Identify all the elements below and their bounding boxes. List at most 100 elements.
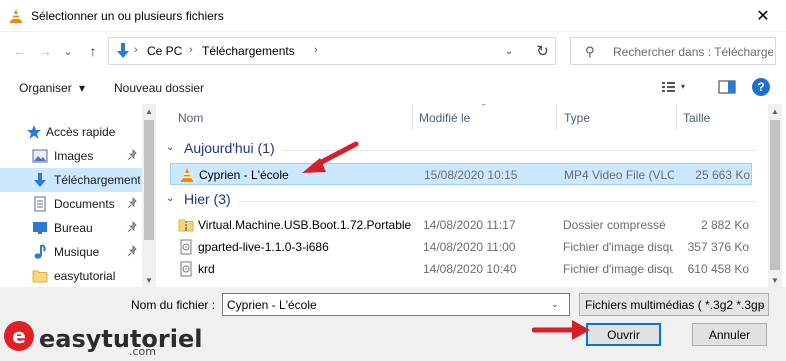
sidebar-item-downloads[interactable]: Téléchargements [0,168,142,192]
column-header-type[interactable]: Type [564,104,590,130]
column-divider[interactable] [556,104,557,130]
sidebar-item-desktop[interactable]: Bureau [0,216,142,240]
column-header-date[interactable]: Modifié le [419,104,470,130]
sidebar-item-quick-access[interactable]: Accès rapide [0,120,142,144]
pictures-icon [32,149,48,163]
sidebar-item-documents[interactable]: Documents [0,192,142,216]
search-box[interactable]: ⚲ Rechercher dans : Téléchargements [570,37,776,65]
recent-locations-button[interactable]: ⌄ [58,41,78,61]
column-header-name[interactable]: Nom [178,104,203,130]
filename-label: Nom du fichier : [131,298,216,312]
sidebar-scrollbar[interactable]: ▲ ▼ [142,104,156,287]
close-icon: ✕ [756,8,770,25]
file-list: ⌃ Nom Modifié le Type Taille ⌄ Aujourd'h… [160,104,768,287]
search-placeholder: Rechercher dans : Téléchargements [613,45,773,59]
file-size: 2 882 Ko [700,218,749,232]
pin-icon [127,149,137,161]
file-size: 610 458 Ko [687,262,749,276]
file-type: MP4 Video File (VLC) [564,168,674,182]
scroll-up-icon[interactable]: ▲ [142,104,156,118]
pin-icon [127,197,137,209]
group-header-yesterday[interactable]: ⌄ Hier (3) [166,190,756,212]
group-header-today[interactable]: ⌄ Aujourd'hui (1) [166,139,756,161]
new-folder-button[interactable]: Nouveau dossier [114,81,204,95]
file-date: 14/08/2020 10:40 [423,262,517,276]
help-button[interactable]: ? [752,78,770,96]
file-name: Virtual.Machine.USB.Boot.1.72.Portable [198,218,412,232]
file-date: 14/08/2020 11:17 [423,218,516,232]
sidebar-item-easytutorial[interactable]: easytutorial [0,264,142,287]
chevron-down-icon: ⌄ [63,45,73,58]
up-arrow-icon: ↑ [89,43,97,59]
up-button[interactable]: ↑ [83,41,103,61]
brand-name: easytutoriel [39,325,203,353]
file-date: 14/08/2020 11:00 [423,240,516,254]
back-button[interactable]: ← [10,41,30,61]
scroll-up-icon[interactable]: ▲ [768,104,782,118]
file-type: Dossier compressé [563,218,666,232]
sidebar-item-music[interactable]: Musique [0,240,142,264]
file-list-scrollbar[interactable]: ▲ ▼ [768,104,782,287]
zip-folder-icon [178,219,194,232]
preview-pane-icon[interactable] [718,79,736,95]
chevron-down-icon: ⌄ [166,142,175,153]
address-bar[interactable]: › Ce PC › Téléchargements › [108,37,556,65]
brand-logo-icon: e [4,321,34,351]
file-list-scrollbar-thumb[interactable] [770,120,780,270]
address-dropdown-button[interactable]: ⌄ [500,37,518,65]
sort-indicator-icon: ⌃ [480,104,488,112]
filename-input[interactable]: Cyprien - L'école [222,293,570,316]
scroll-down-icon[interactable]: ▼ [142,273,156,287]
breadcrumb-this-pc[interactable]: Ce PC [147,44,182,58]
desktop-icon [33,222,47,234]
sidebar-scrollbar-thumb[interactable] [144,120,154,240]
help-icon: ? [757,80,765,94]
table-row[interactable]: Cyprien - L'école 15/08/2020 10:15 MP4 V… [170,163,752,185]
column-divider[interactable] [676,104,677,130]
group-divider [238,201,756,202]
chevron-down-icon: ⌄ [166,193,175,204]
forward-arrow-icon: → [38,43,52,59]
table-row[interactable]: Virtual.Machine.USB.Boot.1.72.Portable 1… [170,214,752,236]
chevron-down-icon[interactable]: ⌄ [758,299,766,310]
music-icon [34,244,46,259]
caret-down-icon: ▾ [79,81,86,95]
table-row[interactable]: krd 14/08/2020 10:40 Fichier d'image dis… [170,258,752,280]
chevron-down-icon[interactable]: ⌄ [551,299,559,310]
organize-button[interactable]: Organiser ▾ [19,81,85,95]
sidebar-item-label: easytutorial [54,269,116,283]
file-type-filter[interactable]: Fichiers multimédias ( *.3g2 *.3gp ...) [579,293,769,316]
file-name: krd [198,262,215,276]
file-size: 357 376 Ko [687,240,749,254]
back-arrow-icon: ← [13,43,27,59]
file-size: 25 663 Ko [695,168,750,182]
organize-label: Organiser [19,81,72,95]
scroll-down-icon[interactable]: ▼ [768,273,782,287]
column-divider[interactable] [412,104,413,130]
disc-image-icon [180,261,192,277]
search-icon: ⚲ [585,44,595,59]
breadcrumb-downloads[interactable]: Téléchargements [202,44,295,58]
cancel-button[interactable]: Annuler [692,323,767,346]
sidebar-item-label: Téléchargements [54,173,140,187]
pin-icon [127,221,137,233]
sidebar-item-images[interactable]: Images [0,144,142,168]
chevron-down-icon: ⌄ [504,45,514,57]
pin-icon [127,245,137,257]
folder-icon [32,270,48,283]
view-options-chevron-icon[interactable]: ▾ [681,82,685,91]
documents-icon [34,196,46,212]
breadcrumb-separator: › [189,44,193,56]
close-button[interactable]: ✕ [740,0,786,32]
forward-button[interactable]: → [35,41,55,61]
vlc-icon [181,168,193,182]
file-type: Fichier d'image disque [563,240,673,254]
download-icon [34,173,46,187]
window-title: Sélectionner un ou plusieurs fichiers [31,9,224,23]
column-header-size[interactable]: Taille [683,104,710,130]
open-button[interactable]: Ouvrir [586,323,661,346]
table-row[interactable]: gparted-live-1.1.0-3-i686 14/08/2020 11:… [170,236,752,258]
file-date: 15/08/2020 10:15 [424,168,518,182]
refresh-button[interactable]: ↻ [530,37,556,65]
view-details-icon[interactable] [661,79,679,95]
